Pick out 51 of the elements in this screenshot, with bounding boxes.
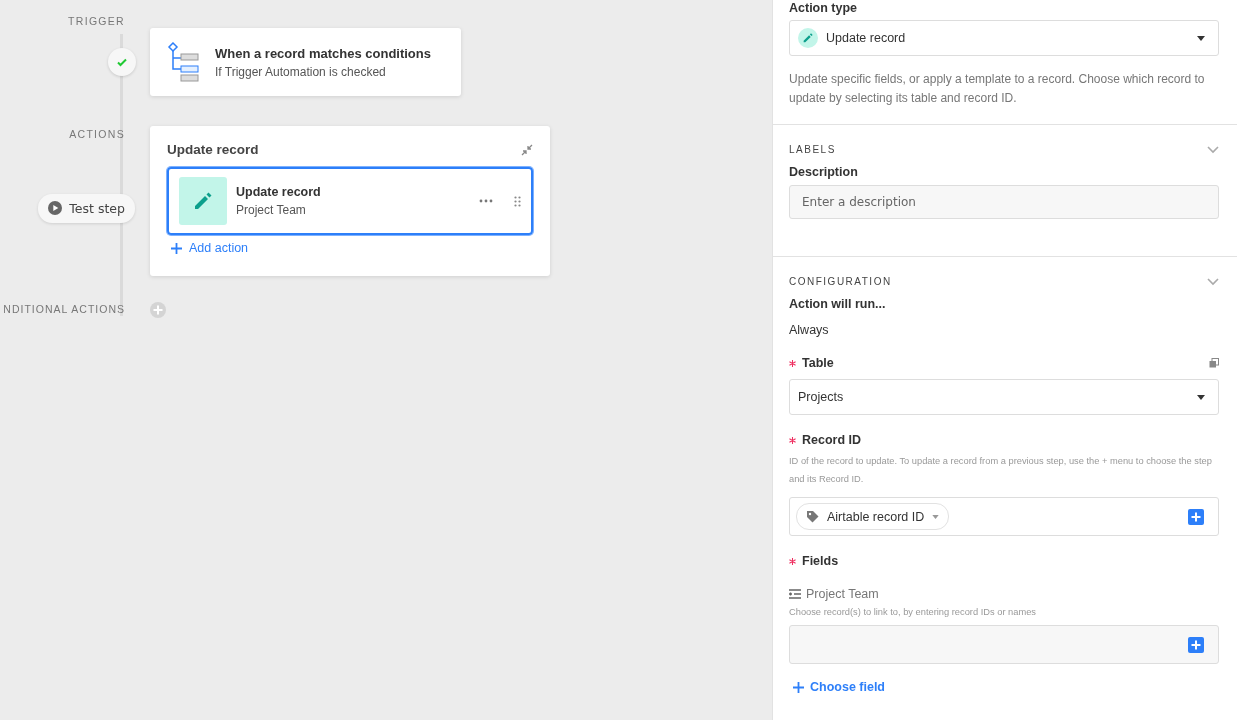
section-title: LABELS bbox=[789, 144, 836, 155]
action-description: Update specific fields, or apply a template to a record. Choose which record to update by selecting its table and record ID. bbox=[789, 71, 1206, 107]
field-label: Description bbox=[789, 165, 859, 179]
trigger-card[interactable]: When a record matches conditions If Trigger Automation is checked bbox=[150, 28, 461, 96]
copy-icon[interactable] bbox=[1209, 358, 1219, 368]
add-icon[interactable] bbox=[1188, 508, 1204, 525]
trigger-title: When a record matches conditions bbox=[215, 45, 431, 61]
caret-icon bbox=[1197, 394, 1205, 400]
choose-field-link[interactable]: Choose field bbox=[793, 680, 1219, 694]
chevron-icon[interactable] bbox=[1207, 145, 1219, 154]
step-subtitle: Project Team bbox=[236, 203, 307, 217]
step-title: Update record bbox=[236, 185, 322, 199]
field-label: Action will run... bbox=[789, 297, 887, 311]
timeline-label: TRIGGER bbox=[68, 14, 125, 27]
help-text: Choose record(s) to link to, by entering record IDs or names bbox=[789, 606, 1037, 619]
field-label: Fields bbox=[802, 554, 840, 568]
pencil-icon bbox=[179, 177, 227, 225]
timeline-label: NDITIONAL ACTIONS bbox=[3, 303, 125, 315]
field-label: Table bbox=[802, 356, 835, 370]
section-title: CONFIGURATION bbox=[789, 276, 892, 287]
pencil-icon bbox=[798, 28, 818, 48]
table-dropdown[interactable]: Projects bbox=[789, 379, 1219, 415]
action-step[interactable]: Update record Project Team bbox=[167, 167, 533, 235]
drag-handle-icon[interactable] bbox=[514, 195, 521, 207]
action-type-dropdown[interactable]: Update record bbox=[789, 20, 1219, 56]
trigger-subtitle: If Trigger Automation is checked bbox=[215, 64, 387, 79]
record-id-token[interactable]: Airtable record ID bbox=[796, 503, 950, 530]
check-icon bbox=[108, 48, 136, 76]
more-icon[interactable] bbox=[479, 199, 493, 203]
field-label: Action type bbox=[789, 1, 859, 15]
tag-icon bbox=[806, 510, 819, 523]
caret-icon bbox=[932, 514, 940, 519]
caret-icon bbox=[1197, 35, 1205, 41]
plus-icon bbox=[171, 242, 182, 254]
run-condition: Always bbox=[789, 323, 830, 337]
description-input[interactable]: Enter a description bbox=[789, 185, 1219, 219]
field-label: Record ID bbox=[802, 433, 863, 447]
chevron-icon[interactable] bbox=[1207, 277, 1219, 286]
field-name: Project Team bbox=[806, 587, 879, 601]
play-icon bbox=[48, 201, 63, 216]
add-icon[interactable] bbox=[1188, 636, 1204, 653]
add-action-link[interactable]: Add action bbox=[171, 241, 249, 255]
record-id-field[interactable]: Airtable record ID bbox=[789, 497, 1219, 536]
link-records-field[interactable] bbox=[789, 625, 1219, 664]
test-step-button[interactable]: Test step bbox=[38, 193, 135, 223]
plus-icon bbox=[793, 681, 804, 693]
help-text: ID of the record to update. To update a record from a previous step, use the + menu to choose the step and its Record ID. bbox=[789, 455, 1213, 486]
collapse-icon[interactable] bbox=[521, 143, 533, 156]
card-title: Update record bbox=[167, 142, 259, 157]
list-icon bbox=[789, 589, 801, 599]
timeline-label: ACTIONS bbox=[69, 127, 125, 140]
